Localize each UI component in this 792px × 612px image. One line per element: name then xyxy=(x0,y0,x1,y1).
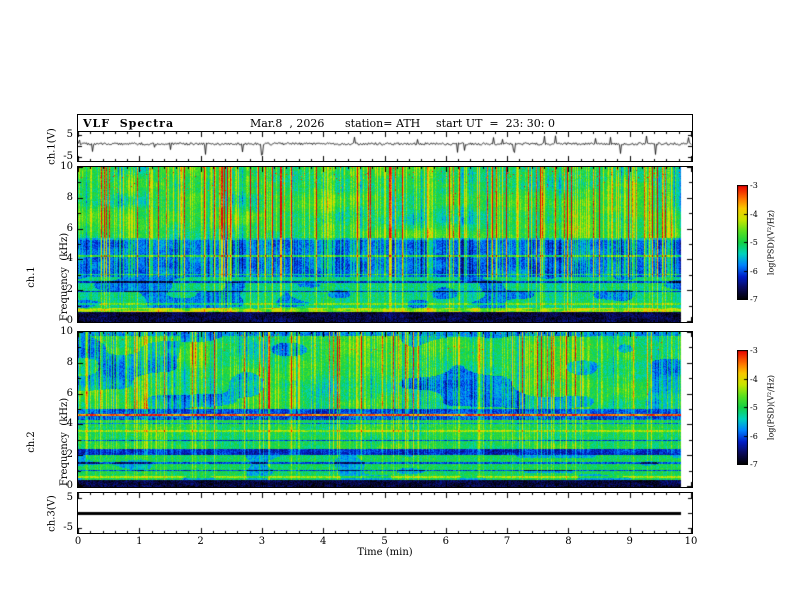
y-tick-label: 5 xyxy=(66,491,73,503)
x-tick-label: 1 xyxy=(136,536,143,547)
y-tick-label: 0 xyxy=(66,480,73,491)
x-tick-label: 2 xyxy=(197,536,204,547)
colorbar-tick-label: -5 xyxy=(750,238,758,247)
x-tick-label: 8 xyxy=(565,536,572,547)
y-tick-label: 8 xyxy=(66,191,73,203)
y-tick-label: 6 xyxy=(66,387,73,399)
y-tick-label: 2 xyxy=(66,284,73,296)
station-label: station= ATH xyxy=(345,117,421,130)
colorbar-tick-label: -4 xyxy=(750,374,758,384)
y-tick-label: 4 xyxy=(66,418,73,430)
x-axis-title: Time (min) xyxy=(357,547,413,558)
ch1-waveform-plot xyxy=(78,132,692,161)
vlf-spectra-figure: VLF Spectra Mar.8 , 2026 station= ATH st… xyxy=(0,0,792,612)
y-tick-label: 8 xyxy=(66,356,73,368)
figure-title: VLF Spectra xyxy=(83,117,175,130)
y-tick-label: 10 xyxy=(60,326,73,337)
ch2-spectrogram-plot xyxy=(78,332,692,487)
x-tick-label: 0 xyxy=(74,536,82,547)
y-tick-label: 4 xyxy=(66,253,73,265)
y-tick-label: 6 xyxy=(66,222,73,234)
colorbar-tick-label: -5 xyxy=(750,403,758,412)
figure-header: VLF Spectra Mar.8 , 2026 station= ATH st… xyxy=(77,114,693,132)
y-tick-label: 10 xyxy=(60,161,73,172)
figure-date: Mar.8 , 2026 xyxy=(250,117,325,130)
ch1-spectrogram-plot xyxy=(78,167,692,322)
x-tick-label: 7 xyxy=(503,536,511,547)
x-tick-label: 3 xyxy=(258,536,266,547)
x-tick-label: 6 xyxy=(442,536,449,547)
ch1-spectrogram-panel xyxy=(77,166,693,323)
x-tick-label: 5 xyxy=(381,536,388,547)
ch1-waveform-panel xyxy=(77,131,693,162)
colorbar-tick-label: -3 xyxy=(750,181,758,190)
y-tick-label: -5 xyxy=(63,150,73,162)
colorbar-tick-label: -6 xyxy=(750,266,758,276)
ch2-spectrogram-panel xyxy=(77,331,693,488)
colorbar-tick-label: -7 xyxy=(750,295,758,304)
ch2-frequency-axis-channel: ch.2 xyxy=(26,431,37,453)
y-tick-label: -5 xyxy=(63,521,73,533)
ch2-colorbar xyxy=(737,350,748,465)
y-tick-label: 2 xyxy=(66,449,73,461)
x-tick-label: 9 xyxy=(626,536,633,547)
x-tick-label: 10 xyxy=(684,536,698,547)
colorbar-tick-label: -3 xyxy=(750,346,758,355)
x-tick-label: 4 xyxy=(320,536,327,547)
colorbar-tick-label: -4 xyxy=(750,209,758,219)
colorbar-tick-label: -6 xyxy=(750,431,758,441)
ch3-voltage-axis-label: ch.3(V) xyxy=(46,495,58,532)
ch1-colorbar xyxy=(737,185,748,300)
y-tick-label: 5 xyxy=(66,129,73,141)
colorbar-tick-label: -7 xyxy=(750,460,758,469)
ch3-waveform-panel xyxy=(77,492,693,534)
ch3-waveform-plot xyxy=(78,493,692,533)
ch2-frequency-axis-units: Frequency (kHz) xyxy=(59,397,70,487)
start-ut-label: start UT = 23: 30: 0 xyxy=(436,117,556,130)
